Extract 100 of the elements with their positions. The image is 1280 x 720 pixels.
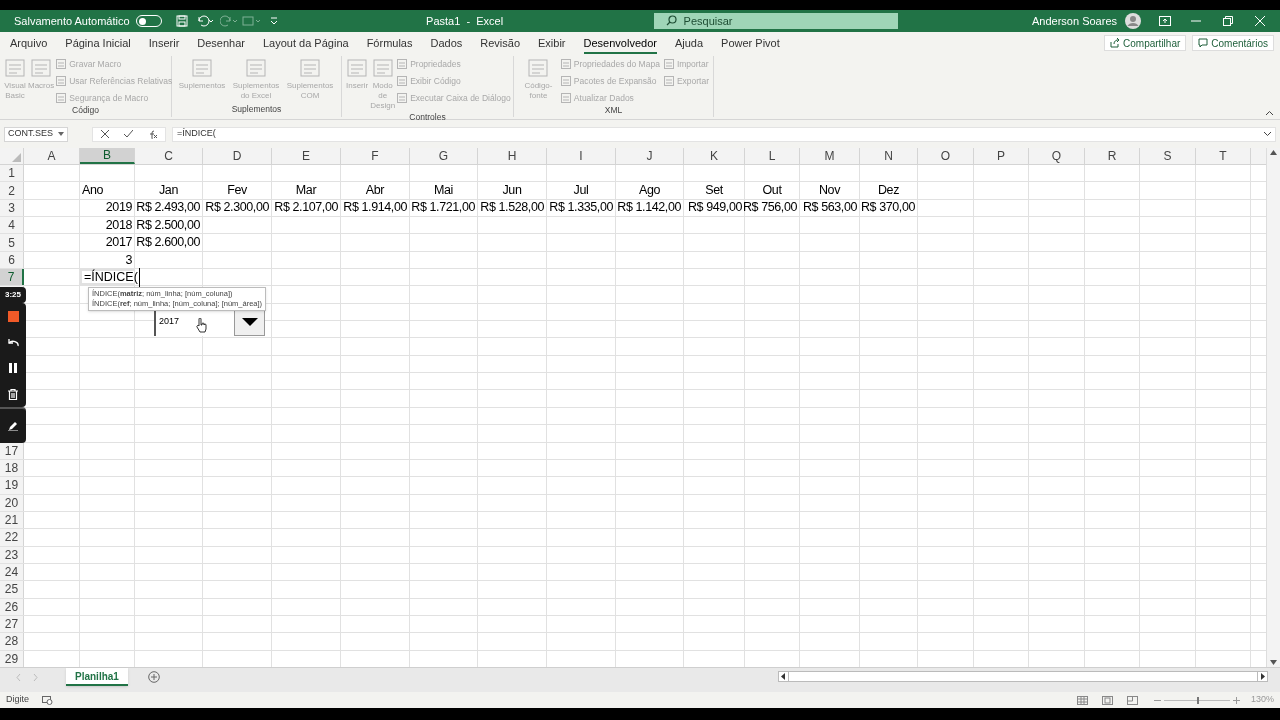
ribbon-tab[interactable]: Revisão (480, 34, 521, 54)
horizontal-scrollbar[interactable] (778, 671, 1268, 682)
column-header[interactable]: R (1085, 148, 1140, 164)
column-header[interactable]: P (974, 148, 1029, 164)
cancel-icon[interactable] (100, 130, 109, 138)
recording-timer: 3:25 (0, 287, 26, 303)
column-header[interactable]: E (272, 148, 341, 164)
save-icon[interactable] (175, 15, 188, 27)
column-header[interactable]: B (80, 148, 135, 164)
ribbon-command-icon (663, 76, 674, 87)
cell-text: Jun (502, 182, 522, 200)
vertical-scrollbar[interactable] (1266, 148, 1280, 667)
ribbon-command-icon (30, 57, 53, 79)
ribbon-tab[interactable]: Página Inicial (65, 34, 131, 54)
row-header[interactable]: 25 (0, 581, 24, 598)
scroll-up-icon[interactable] (1270, 150, 1277, 155)
share-icon (1110, 38, 1121, 48)
zoom-slider-thumb[interactable] (1196, 696, 1199, 704)
column-header[interactable]: T (1196, 148, 1251, 164)
ribbon-command-icon (663, 59, 674, 70)
column-header[interactable]: Q (1029, 148, 1085, 164)
row-header[interactable]: 28 (0, 633, 24, 650)
formula-field[interactable]: =ÍNDICE( (172, 126, 1276, 142)
column-header[interactable]: H (478, 148, 547, 164)
column-header[interactable]: O (918, 148, 974, 164)
undo-icon[interactable] (195, 15, 214, 27)
add-sheet-icon[interactable] (147, 671, 160, 683)
ribbon-command-icon (56, 59, 67, 70)
cell-text: Mar (295, 182, 317, 200)
zoom-in-icon[interactable] (1232, 696, 1240, 704)
ribbon-command-icon (299, 57, 321, 79)
avatar-icon[interactable] (1125, 13, 1141, 29)
collapse-ribbon-icon[interactable] (1265, 110, 1274, 116)
column-header[interactable]: K (684, 148, 745, 164)
ribbon-tab[interactable]: Ajuda (674, 34, 704, 54)
column-header[interactable]: C (135, 148, 203, 164)
enter-icon[interactable] (123, 130, 133, 138)
cell-text: R$ 1.914,00 (343, 199, 407, 217)
cell-text: R$ 370,00 (860, 199, 915, 217)
comments-button[interactable]: Comentários (1192, 35, 1274, 51)
cell-editor[interactable]: =ÍNDICE( (84, 267, 140, 287)
row-header[interactable]: 7 (0, 269, 24, 286)
cell-text: Ago (638, 182, 660, 200)
column-header[interactable]: S (1140, 148, 1196, 164)
close-icon[interactable] (1255, 16, 1265, 26)
macro-record-icon[interactable] (42, 695, 53, 705)
column-header[interactable]: M (800, 148, 860, 164)
ribbon-tab[interactable]: Exibir (538, 34, 566, 54)
row-header[interactable]: 5 (0, 234, 24, 251)
dropdown-arrow-icon (58, 132, 64, 136)
cell-text: Set (705, 182, 723, 200)
hand-cursor-icon (196, 318, 207, 333)
ribbon-tab[interactable]: Inserir (148, 34, 180, 54)
cell-text: Ano (82, 182, 104, 200)
user-name[interactable]: Anderson Soares (1032, 12, 1117, 30)
pen-icon (8, 421, 18, 431)
ribbon-command-icon (527, 57, 550, 79)
scroll-left-icon[interactable] (779, 672, 789, 681)
ribbon-command-icon (397, 92, 408, 103)
ribbon-tab[interactable]: Layout da Página (263, 34, 349, 54)
column-header[interactable]: D (203, 148, 272, 164)
scroll-right-icon[interactable] (1257, 672, 1267, 681)
column-header[interactable]: N (860, 148, 918, 164)
search-field[interactable]: Pesquisar (653, 13, 898, 29)
row-header[interactable]: 2 (0, 182, 24, 199)
column-header[interactable]: G (410, 148, 478, 164)
scroll-down-icon[interactable] (1270, 660, 1277, 665)
ribbon-tab[interactable]: Power Pivot (721, 34, 780, 54)
share-button[interactable]: Compartilhar (1104, 35, 1187, 51)
page-layout-icon[interactable] (1101, 695, 1113, 705)
cell-text: R$ 1.335,00 (549, 199, 613, 217)
row-header[interactable]: 1 (0, 165, 24, 182)
normal-view-icon[interactable] (1076, 695, 1088, 705)
ribbon-tab[interactable]: Arquivo (10, 34, 48, 54)
row-header[interactable]: 19 (0, 477, 24, 494)
column-header[interactable]: F (341, 148, 410, 164)
row-header[interactable]: 22 (0, 529, 24, 546)
cell-text: R$ 1.528,00 (480, 199, 544, 217)
sheet-tab[interactable]: Planilha1 (66, 668, 128, 686)
column-header[interactable]: J (616, 148, 684, 164)
page-break-icon[interactable] (1126, 695, 1138, 705)
customize-icon[interactable] (269, 17, 278, 25)
cell-text: Mai (434, 182, 453, 200)
cell-text: R$ 756,00 (742, 199, 797, 217)
name-box[interactable]: CONT.SES (4, 126, 68, 142)
ribbon-display-icon[interactable] (1159, 16, 1171, 26)
column-header[interactable]: L (745, 148, 800, 164)
dropdown-arrow-icon (241, 318, 258, 326)
function-icon[interactable] (147, 129, 158, 139)
cell-text: Nov (819, 182, 840, 200)
expand-icon[interactable] (1264, 132, 1271, 136)
group-label: XML (603, 104, 624, 118)
cell-text: 2017 (105, 234, 132, 252)
ribbon-tab[interactable]: Dados (430, 34, 463, 54)
ribbon-tab[interactable]: Fórmulas (366, 34, 413, 54)
ribbon-tab[interactable]: Desenhar (197, 34, 245, 54)
column-header[interactable]: I (547, 148, 616, 164)
pen-button[interactable] (0, 407, 26, 443)
restore-icon[interactable] (1223, 16, 1233, 26)
row-header[interactable]: 4 (0, 217, 24, 234)
